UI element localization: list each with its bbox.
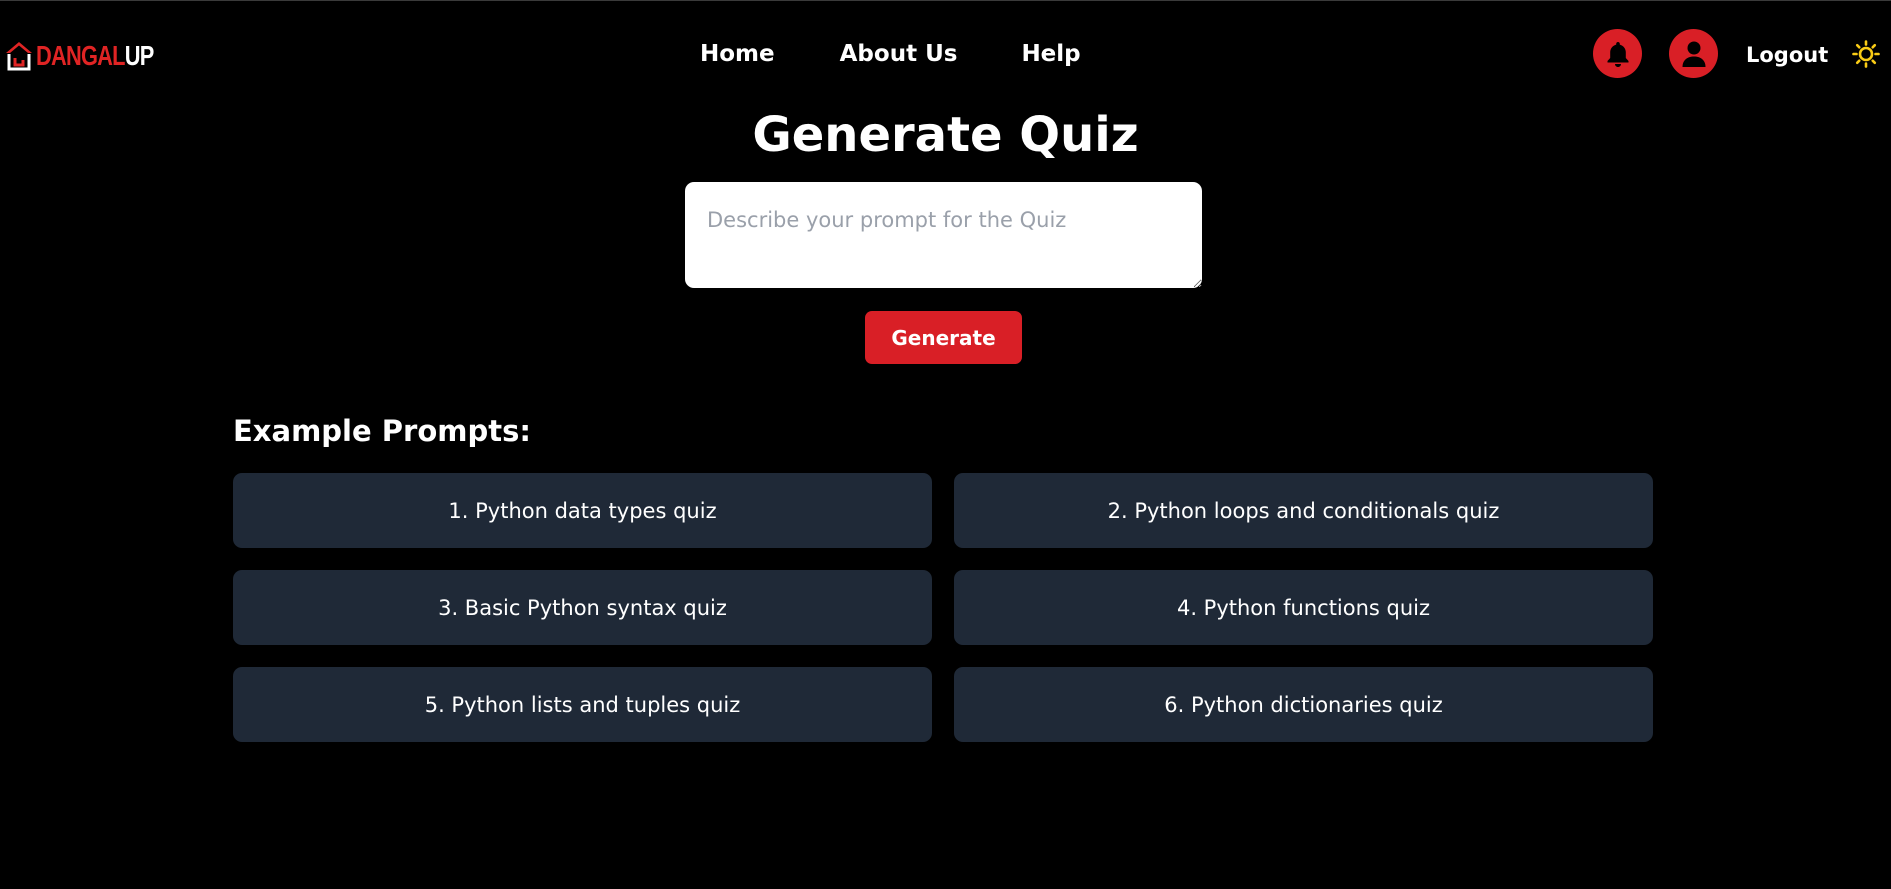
example-prompts-heading: Example Prompts: xyxy=(233,414,531,448)
generate-button[interactable]: Generate xyxy=(865,311,1022,364)
notifications-button[interactable] xyxy=(1593,29,1642,78)
example-prompts-grid: 1. Python data types quiz 2. Python loop… xyxy=(233,473,1654,742)
theme-toggle-button[interactable] xyxy=(1852,40,1880,68)
header-actions: Logout xyxy=(0,29,1891,79)
logout-link[interactable]: Logout xyxy=(1746,41,1828,69)
page-title: Generate Quiz xyxy=(752,107,1139,163)
example-prompt-card[interactable]: 1. Python data types quiz xyxy=(233,473,932,548)
page: DANGALUP Home About Us Help Logout Gener… xyxy=(0,0,1891,889)
user-icon xyxy=(1682,41,1705,67)
sun-icon xyxy=(1852,40,1880,68)
bell-icon xyxy=(1607,41,1628,67)
profile-button[interactable] xyxy=(1669,29,1718,78)
quiz-prompt-input[interactable] xyxy=(685,182,1202,288)
example-prompt-card[interactable]: 3. Basic Python syntax quiz xyxy=(233,570,932,645)
example-prompt-card[interactable]: 5. Python lists and tuples quiz xyxy=(233,667,932,742)
example-prompt-card[interactable]: 6. Python dictionaries quiz xyxy=(954,667,1653,742)
example-prompt-card[interactable]: 4. Python functions quiz xyxy=(954,570,1653,645)
example-prompt-card[interactable]: 2. Python loops and conditionals quiz xyxy=(954,473,1653,548)
